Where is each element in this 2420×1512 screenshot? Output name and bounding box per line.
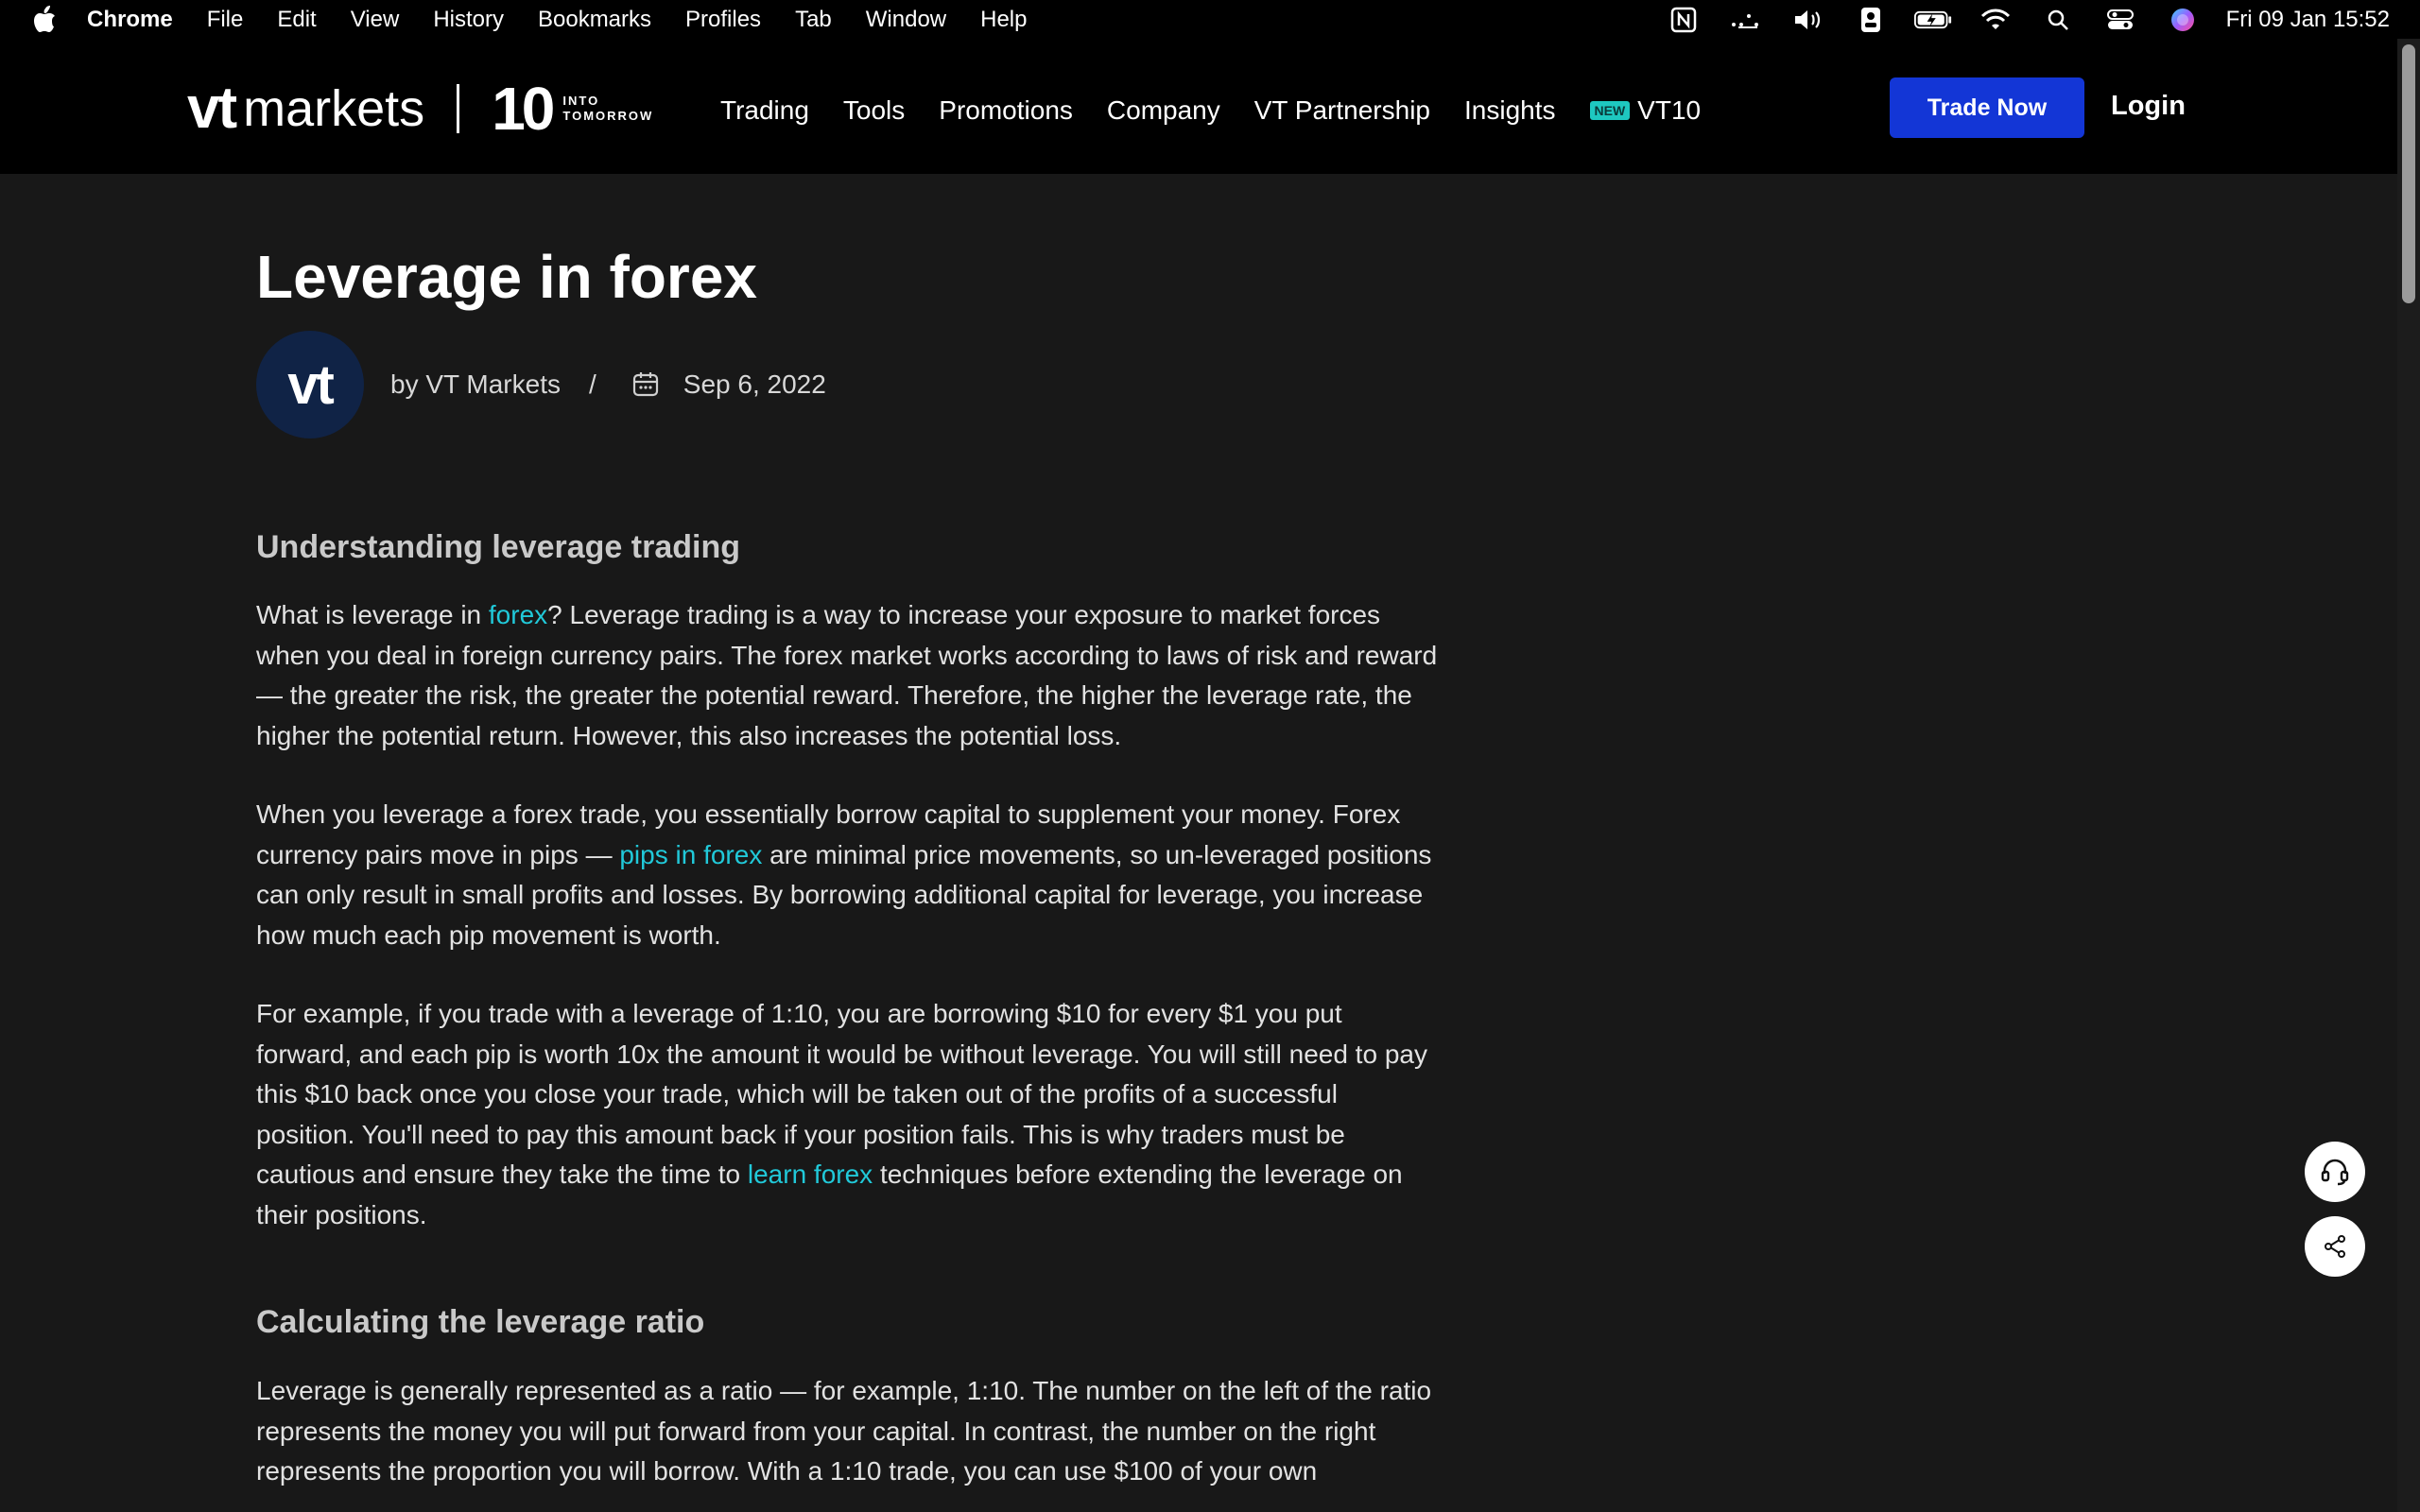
status-area: Fri 09 Jan 15:52 (1665, 0, 2420, 39)
share-icon (2325, 1235, 2345, 1258)
link-pips-in-forex[interactable]: pips in forex (619, 840, 762, 869)
nav-insights[interactable]: Insights (1464, 95, 1556, 126)
menu-window[interactable]: Window (866, 7, 946, 33)
section-heading-understanding: Understanding leverage trading (256, 529, 740, 565)
paragraph-3: For example, if you trade with a leverag… (256, 994, 1438, 1235)
logo-divider (457, 84, 460, 133)
nav-vt10[interactable]: NEW VT10 (1589, 95, 1702, 126)
nav-promotions[interactable]: Promotions (939, 95, 1073, 126)
byline-separator: / (588, 369, 596, 399)
author-avatar: vt (256, 331, 364, 438)
link-forex[interactable]: forex (489, 600, 547, 629)
nav-trading[interactable]: Trading (720, 95, 809, 126)
menubar-clock[interactable]: Fri 09 Jan 15:52 (2226, 7, 2390, 33)
macos-menu-bar: Chrome File Edit View History Bookmarks … (0, 0, 2420, 39)
author-avatar-text: vt (287, 353, 335, 416)
paragraph-4: Leverage is generally represented as a r… (256, 1376, 1432, 1486)
calendar-icon (631, 369, 661, 400)
support-chat-button[interactable] (2305, 1142, 2365, 1202)
author-row: vt by VT Markets / Sep 6, 2022 (256, 331, 826, 438)
trade-now-button[interactable]: Trade Now (1890, 77, 2084, 138)
nav-vt10-label: VT10 (1637, 95, 1702, 125)
share-button[interactable] (2305, 1216, 2365, 1277)
logo-markets: markets (243, 80, 425, 137)
control-center-icon[interactable] (2101, 6, 2139, 34)
contact-card-icon[interactable] (1852, 6, 1890, 34)
notion-icon[interactable] (1665, 6, 1703, 34)
apple-icon[interactable] (30, 5, 59, 34)
nav-tools[interactable]: Tools (843, 95, 905, 126)
menu-app-chrome[interactable]: Chrome (87, 7, 173, 33)
menu-edit[interactable]: Edit (277, 7, 316, 33)
menu-bookmarks[interactable]: Bookmarks (538, 7, 651, 33)
dots-icon[interactable] (1727, 6, 1765, 34)
logo-tagline-line2: TOMORROW (562, 109, 654, 123)
headset-icon (2321, 1159, 2349, 1186)
site-header: vt markets 10 INTO TOMORROW Trading Tool… (0, 39, 2397, 174)
publish-date: Sep 6, 2022 (683, 369, 826, 399)
menu-view[interactable]: View (351, 7, 400, 33)
menu-history[interactable]: History (433, 7, 504, 33)
nav-vt-partnership[interactable]: VT Partnership (1254, 95, 1430, 126)
login-link[interactable]: Login (2111, 91, 2186, 122)
main-nav: Trading Tools Promotions Company VT Part… (720, 95, 1701, 126)
scrollbar-thumb[interactable] (2402, 44, 2415, 303)
wifi-icon[interactable] (1977, 6, 2014, 34)
nav-company[interactable]: Company (1107, 95, 1220, 126)
page-scrollbar[interactable] (2397, 39, 2420, 1512)
paragraph-2: When you leverage a forex trade, you ess… (256, 795, 1438, 955)
menu-profiles[interactable]: Profiles (685, 7, 761, 33)
spotlight-search-icon[interactable] (2039, 6, 2077, 34)
siri-icon[interactable] (2164, 6, 2202, 34)
p1-text-a: What is leverage in (256, 600, 489, 629)
new-badge: NEW (1589, 101, 1631, 120)
section-heading-calculating: Calculating the leverage ratio (256, 1304, 705, 1340)
author-byline: by VT Markets (390, 369, 561, 399)
logo-tagline-line1: INTO (562, 94, 600, 108)
menu-tab[interactable]: Tab (795, 7, 832, 33)
article-title: Leverage in forex (256, 243, 757, 311)
paragraph-1: What is leverage in forex? Leverage trad… (256, 595, 1438, 756)
menu-help[interactable]: Help (980, 7, 1027, 33)
link-learn-forex[interactable]: learn forex (748, 1160, 873, 1189)
battery-icon[interactable] (1913, 6, 1952, 34)
menu-file[interactable]: File (207, 7, 244, 33)
vt-markets-logo[interactable]: vt markets 10 INTO TOMORROW (187, 76, 653, 141)
volume-icon[interactable] (1789, 6, 1827, 34)
logo-vt: vt (187, 76, 237, 141)
logo-ten: 10 (492, 75, 555, 143)
logo-tagline: INTO TOMORROW (562, 94, 653, 124)
